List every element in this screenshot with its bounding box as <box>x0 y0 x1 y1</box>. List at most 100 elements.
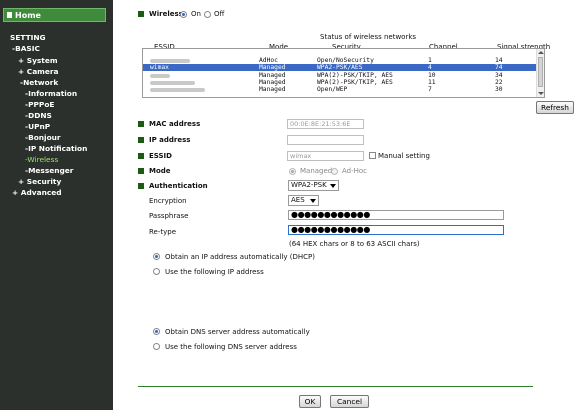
network-channel: 4 <box>428 64 432 71</box>
mac-label: MAC address <box>149 120 201 128</box>
passphrase-hint: (64 HEX chars or 8 to 63 ASCII chars) <box>289 240 420 248</box>
ip-static-label: Use the following IP address <box>165 268 264 276</box>
network-security: Open/WEP <box>317 86 348 93</box>
sidebar: Home SETTING -BASIC + System + Camera -N… <box>0 0 113 410</box>
sidebar-item-ip-notification[interactable]: -IP Notification <box>25 144 87 153</box>
encryption-value: AES <box>291 196 305 204</box>
network-signal: 34 <box>495 72 503 79</box>
dns-auto-radio[interactable] <box>153 328 160 335</box>
network-channel: 1 <box>428 57 432 64</box>
redacted-essid <box>150 81 195 85</box>
sidebar-item-wireless[interactable]: -Wireless <box>25 155 58 164</box>
sidebar-item-advanced[interactable]: + Advanced <box>12 188 62 197</box>
ip-static-radio[interactable] <box>153 268 160 275</box>
network-mode: AdHoc <box>259 57 278 64</box>
network-row[interactable]: Managed WPA(2)-PSK/TKIP, AES 11 22 <box>143 79 537 86</box>
network-row[interactable]: Managed Open/WEP 7 30 <box>143 86 537 93</box>
retype-field[interactable]: ●●●●●●●●●●●● <box>288 225 504 235</box>
ip-field <box>287 135 364 145</box>
sidebar-item-messenger[interactable]: -Messenger <box>25 166 73 175</box>
wireless-off-label: Off <box>214 10 225 18</box>
home-label: Home <box>15 11 41 20</box>
sidebar-item-system[interactable]: + System <box>18 56 58 65</box>
networks-caption: Status of wireless networks <box>320 33 417 41</box>
sidebar-item-information[interactable]: -Information <box>25 89 77 98</box>
network-row-selected[interactable]: wimax Managed WPA2-PSK/AES 4 74 <box>143 64 537 71</box>
dns-manual-label: Use the following DNS server address <box>165 343 297 351</box>
redacted-essid <box>150 74 170 78</box>
network-mode: Managed <box>259 86 286 93</box>
encryption-select[interactable]: AES <box>288 195 319 206</box>
network-signal: 22 <box>495 79 503 86</box>
home-button[interactable]: Home <box>3 8 106 22</box>
mode-adhoc-label: Ad-Hoc <box>342 167 368 175</box>
divider <box>138 386 533 387</box>
passphrase-field[interactable]: ●●●●●●●●●●●● <box>288 210 504 220</box>
mode-managed-label: Managed <box>300 167 333 175</box>
passphrase-label: Passphrase <box>149 212 189 220</box>
wireless-off-radio[interactable] <box>204 11 211 18</box>
network-security: WPA2-PSK/AES <box>317 64 363 71</box>
wireless-on-radio[interactable] <box>180 11 187 18</box>
networks-scrollbar[interactable] <box>536 49 544 97</box>
manual-setting-checkbox[interactable] <box>369 152 376 159</box>
section-bullet <box>138 168 144 174</box>
scroll-down-icon[interactable] <box>538 92 544 95</box>
ip-label: IP address <box>149 136 191 144</box>
sidebar-item-ddns[interactable]: -DDNS <box>25 111 52 120</box>
network-signal: 74 <box>495 64 503 71</box>
scroll-up-icon[interactable] <box>538 51 544 54</box>
essid-label: ESSID <box>149 152 172 160</box>
network-channel: 7 <box>428 86 432 93</box>
network-mode: Managed <box>259 64 286 71</box>
network-security: WPA(2)-PSK/TKIP, AES <box>317 79 393 86</box>
authentication-value: WPA2-PSK <box>291 181 327 189</box>
encryption-label: Encryption <box>149 197 187 205</box>
section-bullet <box>138 137 144 143</box>
ip-dhcp-label: Obtain an IP address automatically (DHCP… <box>165 253 315 261</box>
network-row[interactable]: AdHoc Open/NoSecurity 1 14 <box>143 57 537 64</box>
main-panel: Wireless On Off Status of wireless netwo… <box>113 0 576 410</box>
network-mode: Managed <box>259 79 286 86</box>
scroll-thumb[interactable] <box>538 57 543 87</box>
wireless-on-label: On <box>191 10 201 18</box>
section-bullet <box>138 153 144 159</box>
sidebar-item-bonjour[interactable]: -Bonjour <box>25 133 61 142</box>
sidebar-item-security[interactable]: + Security <box>18 177 61 186</box>
network-signal: 30 <box>495 86 503 93</box>
cancel-button[interactable]: Cancel <box>330 395 369 408</box>
manual-setting-label: Manual setting <box>378 152 430 160</box>
authentication-label: Authentication <box>149 182 208 190</box>
sidebar-item-upnp[interactable]: -UPnP <box>25 122 50 131</box>
sidebar-item-network[interactable]: -Network <box>20 78 58 87</box>
refresh-button[interactable]: Refresh <box>536 101 574 114</box>
sidebar-item-pppoe[interactable]: -PPPoE <box>25 100 54 109</box>
networks-list[interactable]: AdHoc Open/NoSecurity 1 14 wimax Managed… <box>142 48 545 98</box>
mode-managed-radio[interactable] <box>289 168 296 175</box>
ip-dhcp-radio[interactable] <box>153 253 160 260</box>
network-essid: wimax <box>150 64 169 71</box>
dns-auto-label: Obtain DNS server address automatically <box>165 328 310 336</box>
essid-field: wimax <box>287 151 364 161</box>
network-mode: Managed <box>259 72 286 79</box>
section-bullet <box>138 183 144 189</box>
chevron-down-icon <box>330 184 336 188</box>
mode-label: Mode <box>149 167 171 175</box>
authentication-select[interactable]: WPA2-PSK <box>288 180 339 191</box>
sidebar-item-setting: SETTING <box>10 33 46 42</box>
chevron-down-icon <box>310 199 316 203</box>
section-bullet <box>138 11 144 17</box>
sidebar-item-basic[interactable]: -BASIC <box>12 44 40 53</box>
section-bullet <box>138 121 144 127</box>
wireless-label: Wireless <box>149 10 183 18</box>
ok-button[interactable]: OK <box>299 395 321 408</box>
network-row[interactable]: Managed WPA(2)-PSK/TKIP, AES 10 34 <box>143 72 537 79</box>
network-channel: 10 <box>428 72 436 79</box>
sidebar-item-camera[interactable]: + Camera <box>18 67 59 76</box>
redacted-essid <box>150 59 190 63</box>
network-channel: 11 <box>428 79 436 86</box>
mode-adhoc-radio[interactable] <box>331 168 338 175</box>
dns-manual-radio[interactable] <box>153 343 160 350</box>
home-icon <box>7 12 12 18</box>
network-security: Open/NoSecurity <box>317 57 374 64</box>
